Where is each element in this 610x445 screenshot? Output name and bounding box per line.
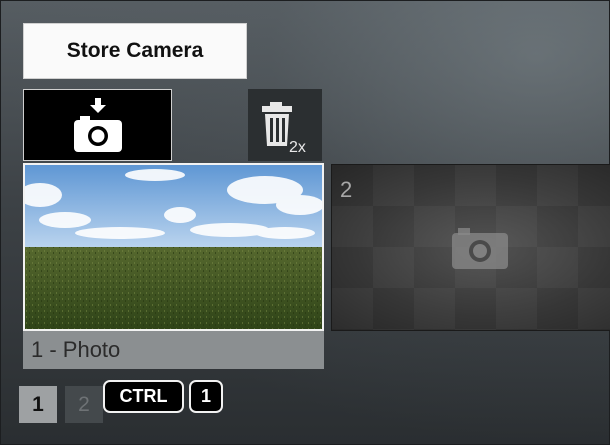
camera-slot-1-label[interactable]: 1 - Photo	[23, 331, 324, 369]
trash-2x-icon: 2x	[262, 102, 306, 155]
delete-badge: 2x	[289, 139, 306, 155]
camera-store-icon	[74, 98, 122, 152]
camera-slot-2-number: 2	[340, 177, 353, 202]
camera-slot-1[interactable]	[23, 163, 324, 331]
delete-cameras-button[interactable]: 2x	[248, 89, 322, 161]
photo-thumbnail	[25, 165, 322, 329]
page-2-button[interactable]: 2	[65, 386, 103, 423]
camera-icon	[452, 228, 508, 269]
camera-slot-2[interactable]: 2	[331, 164, 610, 331]
store-camera-button[interactable]: Store Camera	[23, 23, 247, 79]
shortcut-1-key: 1	[189, 380, 223, 413]
capture-camera-button[interactable]	[23, 89, 172, 161]
page-1-button[interactable]: 1	[19, 386, 57, 423]
shortcut-ctrl-key: CTRL	[103, 380, 184, 413]
camera-panel: Store Camera 2x 1 - Photo 2 1 2 CTRL 1	[0, 0, 610, 445]
